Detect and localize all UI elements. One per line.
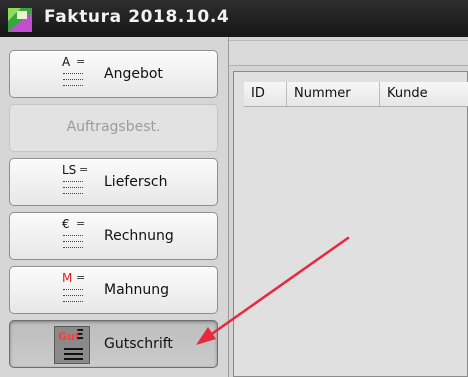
gutschrift-label: Gutschrift — [104, 336, 173, 352]
document-icon: LS = — [54, 163, 92, 203]
toolbar-strip — [229, 40, 468, 66]
window-title: Faktura 2018.10.4 — [44, 7, 230, 27]
document-type-sidebar: A = Angebot Auftragsbest. LS = Liefersch… — [0, 37, 229, 377]
auftragsbest-label: Auftragsbest. — [66, 119, 161, 135]
lieferschein-button[interactable]: LS = Liefersch — [9, 158, 218, 206]
document-icon: A = — [54, 55, 92, 95]
document-list-panel: ID Nummer Kunde — [229, 37, 468, 377]
icon-code: A — [62, 55, 71, 69]
angebot-label: Angebot — [104, 66, 163, 82]
mahnung-button[interactable]: M = Mahnung — [9, 266, 218, 314]
credit-note-icon: Gut Ξ — [54, 326, 90, 364]
column-header-nummer[interactable]: Nummer — [287, 82, 380, 106]
column-header-id[interactable]: ID — [244, 82, 287, 106]
icon-code: LS — [62, 163, 77, 177]
angebot-button[interactable]: A = Angebot — [9, 50, 218, 98]
table-header: ID Nummer Kunde — [244, 82, 468, 107]
gutschrift-button[interactable]: Gut Ξ Gutschrift — [9, 320, 218, 368]
icon-code: € — [62, 217, 70, 231]
app-logo-icon — [8, 8, 32, 32]
rechnung-button[interactable]: € = Rechnung — [9, 212, 218, 260]
document-table[interactable]: ID Nummer Kunde — [233, 71, 468, 377]
document-icon: M = — [54, 271, 92, 311]
lieferschein-label: Liefersch — [104, 174, 168, 190]
mahnung-label: Mahnung — [104, 282, 170, 298]
column-header-kunde[interactable]: Kunde — [380, 82, 468, 106]
rechnung-label: Rechnung — [104, 228, 174, 244]
auftragsbest-button[interactable]: Auftragsbest. — [9, 104, 218, 152]
icon-code: M — [62, 271, 73, 285]
title-bar: Faktura 2018.10.4 — [0, 0, 468, 37]
document-icon: € = — [54, 217, 92, 257]
